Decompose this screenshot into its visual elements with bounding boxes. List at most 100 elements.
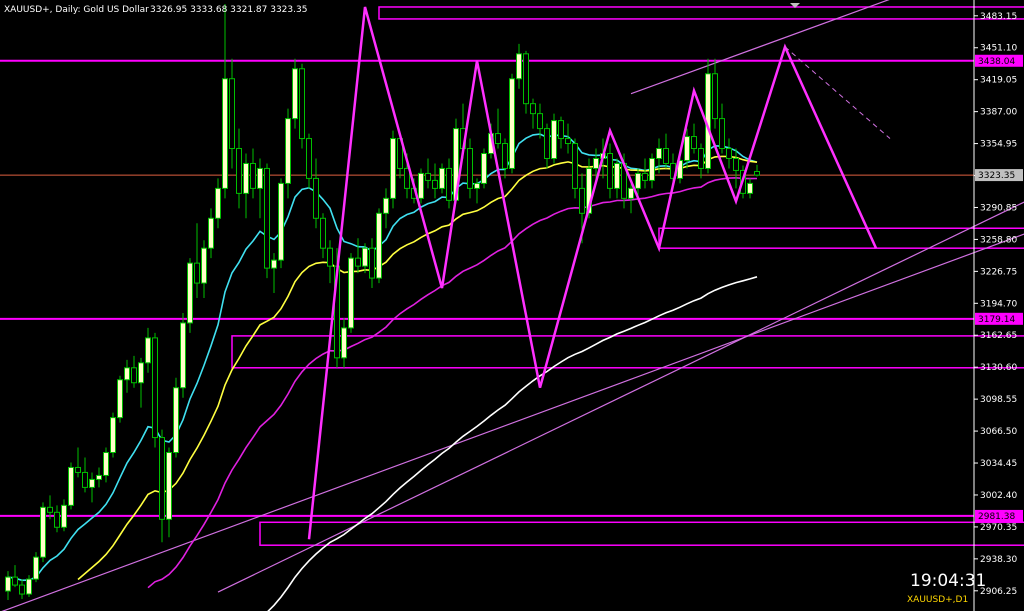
candle-body xyxy=(152,337,158,439)
y-tick-label: 3162.65 xyxy=(980,331,1017,341)
candle-body xyxy=(747,182,753,194)
candle-body xyxy=(719,118,725,150)
candle-body xyxy=(208,217,214,249)
y-tick-label: 3034.45 xyxy=(980,459,1017,469)
candle-body xyxy=(257,167,263,189)
candle-body xyxy=(509,78,515,169)
candle-body xyxy=(712,73,718,120)
candle-body xyxy=(684,136,690,161)
candle-body xyxy=(124,367,130,381)
candle-body xyxy=(635,172,641,189)
candle-body xyxy=(495,133,501,145)
candle-body xyxy=(180,322,186,389)
candle-body xyxy=(19,584,25,595)
candle-body xyxy=(390,138,396,199)
candle-body xyxy=(614,162,620,189)
y-tick-label: 3002.40 xyxy=(980,491,1017,501)
candle-body xyxy=(663,148,669,164)
candle-body xyxy=(537,113,543,130)
candle-body xyxy=(33,556,39,580)
y-tick-label: 3130.60 xyxy=(980,363,1017,373)
candle-body xyxy=(173,387,179,454)
candle-body xyxy=(110,417,116,454)
candle-body xyxy=(89,478,95,488)
price-chart[interactable]: 3483.153451.103419.053387.003354.953322.… xyxy=(0,0,1024,611)
candle-body xyxy=(383,197,389,214)
level-price-tag: 3179.14 xyxy=(978,315,1015,325)
candle-body xyxy=(40,506,46,558)
candle-body xyxy=(698,148,704,169)
candle-body xyxy=(362,247,368,267)
candle-body xyxy=(194,262,200,284)
candle-body xyxy=(516,53,522,80)
candle-body xyxy=(54,511,60,528)
candle-body xyxy=(215,187,221,219)
candle-body xyxy=(691,136,697,150)
candle-body xyxy=(425,172,431,181)
y-tick-label: 3258.80 xyxy=(980,235,1017,245)
candle-body xyxy=(68,466,74,506)
candle-body xyxy=(551,120,557,159)
candle-body xyxy=(75,466,81,473)
candle-body xyxy=(313,177,319,219)
y-tick-label: 3354.95 xyxy=(980,140,1017,150)
candle-body xyxy=(292,68,298,120)
candle-body xyxy=(278,182,284,261)
candle-body xyxy=(348,257,354,329)
candle-body xyxy=(446,167,452,201)
y-tick-label: 3226.75 xyxy=(980,267,1017,277)
chart-title: XAUUSD+, Daily: Gold US Dollar xyxy=(4,5,149,15)
candle-body xyxy=(558,120,564,140)
symbol-label: XAUUSD+,D1 xyxy=(907,595,968,605)
candle-body xyxy=(26,578,32,595)
candle-body xyxy=(285,118,291,184)
candle-body xyxy=(82,471,88,488)
candle-body xyxy=(187,262,193,324)
candle-body xyxy=(96,474,102,480)
chart-ohlc: 3326.95 3333.68 3321.87 3323.35 xyxy=(150,5,307,15)
candle-body xyxy=(299,68,305,140)
candle-body xyxy=(628,187,634,199)
candle-body xyxy=(131,367,137,384)
candle-body xyxy=(12,576,18,586)
candle-body xyxy=(565,138,571,145)
candle-body xyxy=(222,78,228,189)
candle-body xyxy=(544,128,550,159)
candle-body xyxy=(264,167,270,269)
candle-body xyxy=(726,148,732,159)
candle-body xyxy=(502,143,508,169)
candle-body xyxy=(754,170,760,176)
candle-body xyxy=(229,78,235,150)
candle-body xyxy=(306,138,312,179)
candle-body xyxy=(656,148,662,159)
candle-body xyxy=(432,179,438,189)
y-tick-label: 3290.85 xyxy=(980,203,1017,213)
y-tick-label: 3098.55 xyxy=(980,395,1017,405)
y-tick-label: 3451.10 xyxy=(980,44,1017,54)
candle-body xyxy=(236,148,242,194)
candle-body xyxy=(439,167,445,189)
candle-body xyxy=(159,437,165,520)
candle-body xyxy=(607,152,613,189)
candle-body xyxy=(649,157,655,181)
candle-body xyxy=(201,247,207,284)
clock-readout: 19:04:31 xyxy=(910,571,986,591)
level-price-tag: 3438.04 xyxy=(978,57,1015,67)
candle-body xyxy=(117,379,123,419)
candle-body xyxy=(138,362,144,384)
candle-body xyxy=(593,157,599,169)
y-tick-label: 2938.30 xyxy=(980,555,1017,565)
candle-body xyxy=(523,53,529,105)
candle-body xyxy=(243,162,249,194)
candle-body xyxy=(369,247,375,279)
candle-body xyxy=(166,452,172,520)
candle-body xyxy=(61,504,67,528)
candle-body xyxy=(47,506,53,513)
level-price-tag: 2981.38 xyxy=(978,512,1015,522)
candle-body xyxy=(642,172,648,181)
candle-body xyxy=(579,187,585,214)
y-tick-label: 3066.50 xyxy=(980,427,1017,437)
current-price-tag: 3323.35 xyxy=(978,171,1015,181)
y-tick-label: 3483.15 xyxy=(980,12,1017,22)
candle-body xyxy=(320,217,326,249)
